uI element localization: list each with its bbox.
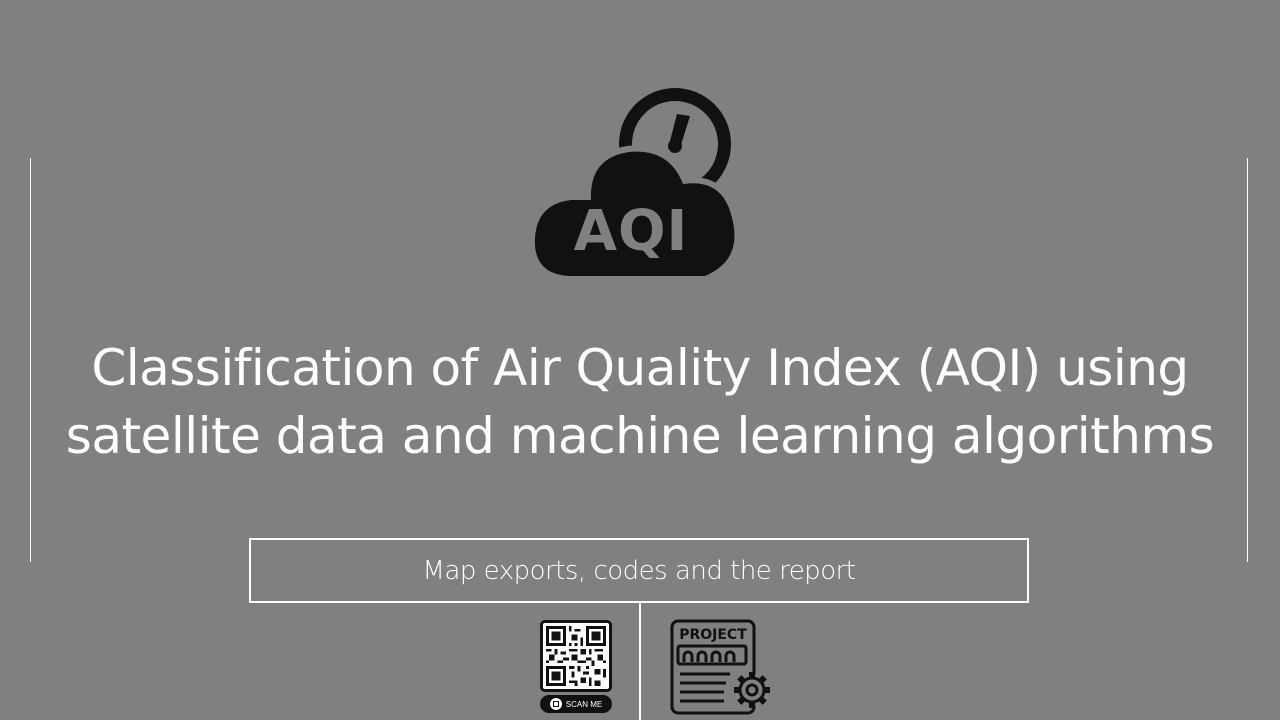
scan-me-label: SCAN ME (540, 695, 612, 713)
title-line-1: Classification of Air Quality Index (AQI… (91, 339, 1189, 397)
scan-me-text: SCAN ME (565, 699, 603, 709)
scan-icon (549, 698, 562, 710)
project-document-gear-icon[interactable]: PROJECT (668, 618, 778, 718)
project-label: PROJECT (679, 627, 747, 643)
qr-code-icon[interactable] (540, 620, 612, 692)
logo-text: AQI (574, 199, 689, 264)
caption-text: Map exports, codes and the report (422, 555, 856, 586)
resources-caption-box: Map exports, codes and the report (249, 538, 1029, 603)
title-line-2: satellite data and machine learning algo… (65, 407, 1215, 465)
bottom-divider (639, 603, 641, 720)
gear-icon (734, 672, 770, 708)
qr-code-pattern (546, 626, 606, 686)
page-title: Classification of Air Quality Index (AQI… (0, 334, 1280, 470)
cloud-gauge-icon: AQI (528, 88, 740, 281)
